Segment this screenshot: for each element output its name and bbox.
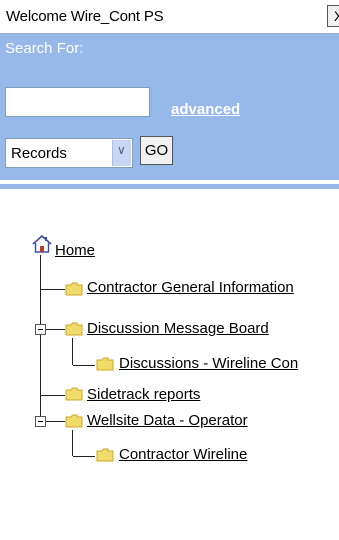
tree-connector (41, 289, 65, 290)
folder-icon (65, 387, 83, 401)
folder-icon (65, 282, 83, 296)
tree-connector (46, 329, 65, 330)
tree-item-wellsite-data[interactable]: Wellsite Data - Operator (87, 412, 248, 429)
search-panel: Search For: advanced Records ∨ GO (0, 34, 339, 180)
tree-connector (72, 430, 73, 456)
tree-item-discussions-wireline[interactable]: Discussions - Wireline Con (119, 355, 298, 372)
tree-connector (40, 255, 41, 421)
search-input[interactable] (5, 87, 150, 117)
tree-item-contractor-general-info[interactable]: Contractor General Information (87, 279, 294, 296)
welcome-bar: Welcome Wire_Cont PS X (0, 0, 339, 34)
scope-select-value: Records (11, 145, 67, 162)
tree-connector (73, 456, 95, 457)
collapse-icon[interactable] (35, 324, 46, 335)
tree-connector (72, 338, 73, 365)
close-button[interactable]: X (327, 5, 339, 27)
panel-strip (0, 184, 339, 189)
folder-icon (96, 448, 114, 462)
tree-item-contractor-wireline[interactable]: Contractor Wireline (119, 446, 247, 463)
advanced-search-link[interactable]: advanced (171, 101, 240, 118)
tree-home-link[interactable]: Home (55, 242, 95, 259)
search-label: Search For: (5, 40, 84, 57)
tree-connector (46, 421, 65, 422)
go-button[interactable]: GO (140, 136, 173, 165)
dropdown-arrow-icon[interactable]: ∨ (112, 140, 131, 166)
folder-icon (65, 414, 83, 428)
scope-select[interactable]: Records ∨ (5, 138, 133, 168)
home-icon[interactable] (31, 235, 53, 253)
tree-item-discussion-board[interactable]: Discussion Message Board (87, 320, 269, 337)
navigation-tree: Home Contractor General Information Disc… (0, 215, 339, 540)
tree-connector (41, 395, 65, 396)
tree-connector (73, 365, 95, 366)
collapse-icon[interactable] (35, 416, 46, 427)
folder-icon (96, 357, 114, 371)
welcome-text: Welcome Wire_Cont PS (6, 8, 164, 25)
tree-item-sidetrack-reports[interactable]: Sidetrack reports (87, 386, 200, 403)
folder-icon (65, 322, 83, 336)
